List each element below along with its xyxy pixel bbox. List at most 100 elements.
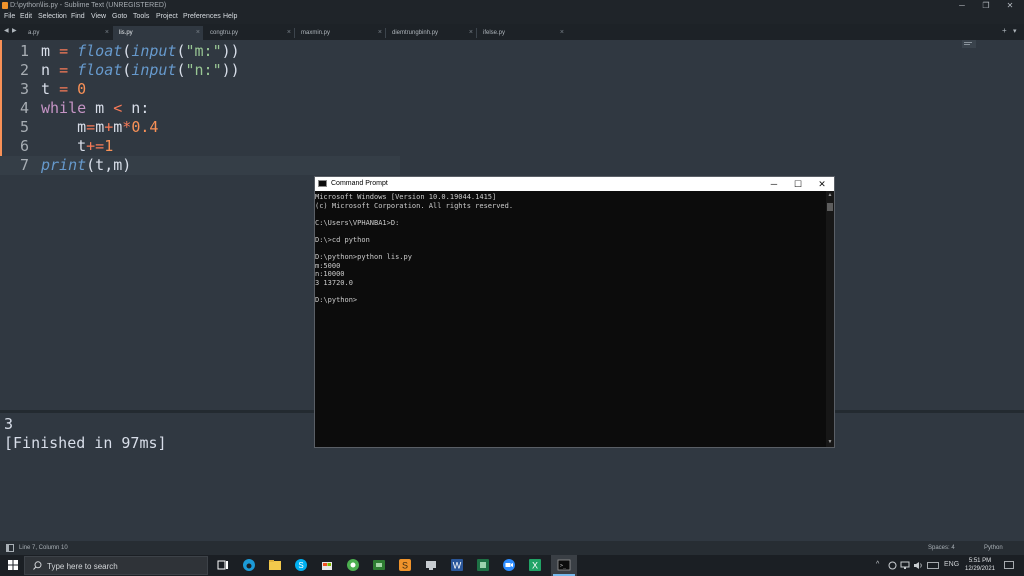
console-line: 3 13720.0 xyxy=(315,279,353,287)
cmd-close-button[interactable]: ✕ xyxy=(810,177,834,191)
store-icon[interactable] xyxy=(320,558,334,572)
tab-close-icon[interactable]: × xyxy=(287,29,291,36)
menu-bar: File Edit Selection Find View Goto Tools… xyxy=(0,12,1024,24)
tray-overflow-icon[interactable]: ^ xyxy=(876,561,879,568)
excel-icon[interactable]: X xyxy=(528,558,542,572)
notification-icon[interactable] xyxy=(1004,561,1014,570)
green-app-icon[interactable] xyxy=(372,558,386,572)
window-title: D:\python\lis.py - Sublime Text (UNREGIS… xyxy=(10,2,167,9)
menu-preferences[interactable]: Preferences xyxy=(183,13,221,20)
cmd-maximize-button[interactable]: ☐ xyxy=(786,177,810,191)
windows-start-icon[interactable] xyxy=(8,560,18,570)
syntax-mode[interactable]: Python xyxy=(984,545,1003,551)
file-explorer-icon[interactable] xyxy=(268,558,282,572)
cmd-console-output[interactable]: Microsoft Windows [Version 10.0.19044.14… xyxy=(315,193,825,447)
menu-edit[interactable]: Edit xyxy=(20,13,32,20)
cursor-position[interactable]: Line 7, Column 10 xyxy=(19,545,68,551)
cmd-title: Command Prompt xyxy=(331,180,388,187)
tab-close-icon[interactable]: × xyxy=(560,29,564,36)
edge-icon[interactable] xyxy=(242,558,256,572)
svg-text:S: S xyxy=(298,561,303,570)
code-text: print(t,m) xyxy=(41,156,132,174)
cmd-window-icon xyxy=(318,180,327,187)
sublime-text-icon[interactable]: S xyxy=(398,558,412,572)
code-line[interactable]: 2 n = float(input("n:")) xyxy=(0,61,400,80)
tab-ifelse-py[interactable]: ifelse.py × xyxy=(477,26,567,40)
console-line: D:\python>python lis.py xyxy=(315,253,412,262)
code-text: n = float(input("n:")) xyxy=(41,61,240,79)
skype-icon[interactable]: S xyxy=(294,558,308,572)
tab-prev-icon[interactable]: ◀ xyxy=(4,27,9,34)
volume-icon[interactable] xyxy=(913,561,923,570)
new-tab-icon[interactable]: + xyxy=(1002,26,1007,35)
language-indicator[interactable]: ENG xyxy=(944,561,959,568)
menu-goto[interactable]: Goto xyxy=(112,13,127,20)
zoom-icon[interactable] xyxy=(502,558,516,572)
task-view-icon[interactable] xyxy=(216,558,230,572)
cmd-scrollbar[interactable]: ▲ ▼ xyxy=(826,191,834,447)
scroll-down-icon[interactable]: ▼ xyxy=(826,439,834,445)
menu-selection[interactable]: Selection xyxy=(38,13,67,20)
taskbar-clock[interactable]: 5:51 PM 12/29/2021 xyxy=(958,557,1002,573)
search-icon xyxy=(33,561,42,570)
network-icon[interactable] xyxy=(900,561,910,570)
tab-close-icon[interactable]: × xyxy=(469,29,473,36)
console-line: Microsoft Windows [Version 10.0.19044.14… xyxy=(315,193,497,201)
cmd-title-bar[interactable]: Command Prompt ─ ☐ ✕ xyxy=(315,177,834,191)
chrome-icon[interactable] xyxy=(346,558,360,572)
indentation-setting[interactable]: Spaces: 4 xyxy=(928,545,955,551)
console-line: (c) Microsoft Corporation. All rights re… xyxy=(315,201,514,210)
tab-close-icon[interactable]: × xyxy=(105,29,109,36)
command-prompt-window[interactable]: Command Prompt ─ ☐ ✕ Microsoft Windows [… xyxy=(314,176,835,448)
cmd-minimize-button[interactable]: ─ xyxy=(762,177,786,191)
search-placeholder: Type here to search xyxy=(47,562,118,571)
minimize-button[interactable]: ─ xyxy=(950,0,974,12)
scrollbar-thumb[interactable] xyxy=(827,203,833,211)
code-text: m = float(input("m:")) xyxy=(41,42,240,60)
tab-diemtrungbinh-py[interactable]: diemtrungbinh.py × xyxy=(386,26,476,40)
tab-maxmin-py[interactable]: maxmin.py × xyxy=(295,26,385,40)
keyboard-icon[interactable] xyxy=(927,561,939,570)
menu-file[interactable]: File xyxy=(4,13,15,20)
tab-congtru-py[interactable]: congtru.py × xyxy=(204,26,294,40)
svg-text:>_: >_ xyxy=(560,563,567,569)
code-line[interactable]: 5 m=m+m*0.4 xyxy=(0,118,400,137)
code-line-current[interactable]: 7 print(t,m) xyxy=(0,156,400,175)
excel-green-icon[interactable] xyxy=(476,558,490,572)
taskbar-search-box[interactable]: Type here to search xyxy=(24,556,208,575)
svg-text:W: W xyxy=(453,561,462,571)
menu-find[interactable]: Find xyxy=(71,13,85,20)
command-prompt-icon[interactable]: >_ xyxy=(557,558,571,572)
menu-tools[interactable]: Tools xyxy=(133,13,149,20)
tab-a-py[interactable]: a.py × xyxy=(22,26,112,40)
tab-close-icon[interactable]: × xyxy=(196,29,200,36)
tray-app-icon[interactable] xyxy=(888,561,897,570)
tab-close-icon[interactable]: × xyxy=(378,29,382,36)
svg-text:X: X xyxy=(532,561,538,571)
network-app-icon[interactable] xyxy=(424,558,438,572)
output-line: 3 xyxy=(4,415,14,433)
line-number: 3 xyxy=(19,80,29,98)
tab-list-icon[interactable]: ▾ xyxy=(1013,27,1017,35)
code-line[interactable]: 4 while m < n: xyxy=(0,99,400,118)
tab-lis-py[interactable]: lis.py × xyxy=(113,26,203,40)
close-button[interactable]: ✕ xyxy=(998,0,1022,12)
maximize-button[interactable]: ❐ xyxy=(974,0,998,12)
tab-label: ifelse.py xyxy=(483,30,506,36)
scroll-up-icon[interactable]: ▲ xyxy=(826,192,834,198)
panel-toggle-icon[interactable] xyxy=(6,544,14,552)
minimap[interactable] xyxy=(962,40,976,48)
code-line[interactable]: 1 m = float(input("m:")) xyxy=(0,42,400,61)
menu-help[interactable]: Help xyxy=(223,13,237,20)
word-icon[interactable]: W xyxy=(450,558,464,572)
tab-label: a.py xyxy=(28,30,40,36)
code-text: t+=1 xyxy=(41,137,114,155)
status-bar: Line 7, Column 10 Spaces: 4 Python xyxy=(0,541,1024,555)
code-line[interactable]: 6 t+=1 xyxy=(0,137,400,156)
tab-next-icon[interactable]: ▶ xyxy=(12,27,17,34)
code-line[interactable]: 3 t = 0 xyxy=(0,80,400,99)
clock-time: 5:51 PM xyxy=(968,558,992,564)
tab-label: congtru.py xyxy=(210,30,239,36)
menu-project[interactable]: Project xyxy=(156,13,178,20)
menu-view[interactable]: View xyxy=(91,13,106,20)
